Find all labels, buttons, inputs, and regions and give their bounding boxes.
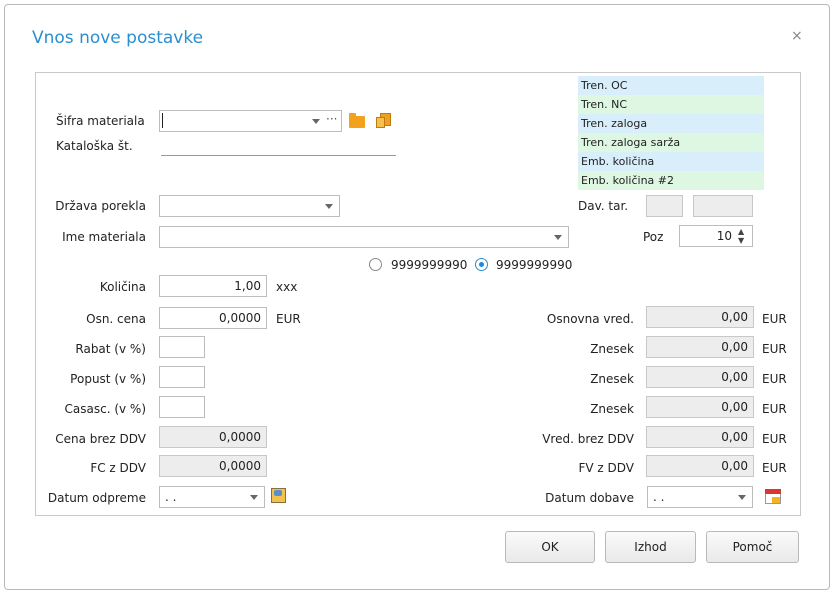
osn-cena-label: Osn. cena — [86, 312, 146, 326]
copy-icon[interactable] — [376, 113, 391, 128]
casasc-input[interactable] — [159, 396, 205, 418]
radio-option-2-label: 9999999990 — [496, 258, 573, 272]
znesek-1-unit: EUR — [762, 342, 787, 356]
dialog-title: Vnos nove postavke — [32, 28, 204, 48]
izhod-button[interactable]: Izhod — [605, 531, 696, 563]
osn-cena-input[interactable]: 0,0000 — [159, 307, 267, 329]
dav-tar-label: Dav. tar. — [578, 199, 629, 213]
osnovna-vred-unit: EUR — [762, 312, 787, 326]
ime-materiala-select[interactable] — [159, 226, 569, 248]
info-item-emb-kolicina-2: Emb. količina #2 — [578, 171, 764, 190]
picture-icon[interactable] — [271, 488, 286, 503]
osnovna-vred-field: 0,00 — [646, 306, 754, 328]
popust-label: Popust (v %) — [70, 372, 146, 386]
radio-option-1[interactable] — [369, 258, 382, 271]
stepper-down-icon[interactable]: ▼ — [738, 237, 744, 245]
rabat-label: Rabat (v %) — [75, 342, 146, 356]
chevron-down-icon[interactable] — [312, 119, 320, 124]
chevron-down-icon[interactable] — [325, 204, 333, 209]
znesek-2-field: 0,00 — [646, 366, 754, 388]
info-item-tren-zaloga-sarza: Tren. zaloga sarža — [578, 133, 764, 152]
info-item-tren-nc: Tren. NC — [578, 95, 764, 114]
datum-odpreme-label: Datum odpreme — [47, 491, 146, 505]
drzava-porekla-label: Država porekla — [55, 199, 146, 213]
text-cursor — [162, 113, 163, 128]
vred-brez-ddv-unit: EUR — [762, 432, 787, 446]
poz-label: Poz — [643, 230, 664, 244]
vred-brez-ddv-label: Vred. brez DDV — [542, 432, 634, 446]
calendar-icon[interactable] — [765, 489, 781, 504]
cena-brez-ddv-label: Cena brez DDV — [55, 432, 146, 446]
vred-brez-ddv-field: 0,00 — [646, 426, 754, 448]
ok-button[interactable]: OK — [505, 531, 595, 563]
drzava-porekla-select[interactable] — [159, 195, 340, 217]
ime-materiala-label: Ime materiala — [62, 230, 146, 244]
close-icon[interactable]: × — [791, 28, 803, 44]
znesek-1-field: 0,00 — [646, 336, 754, 358]
znesek-3-field: 0,00 — [646, 396, 754, 418]
info-item-tren-zaloga: Tren. zaloga — [578, 114, 764, 133]
cena-brez-ddv-field: 0,0000 — [159, 426, 267, 448]
chevron-down-icon[interactable] — [554, 235, 562, 240]
kolicina-unit: xxx — [276, 280, 298, 294]
fv-z-ddv-unit: EUR — [762, 461, 787, 475]
folder-icon[interactable] — [349, 113, 365, 128]
casasc-label: Casasc. (v %) — [64, 402, 147, 416]
dav-tar-field-1 — [646, 195, 683, 217]
kataloska-label: Kataloška št. — [56, 139, 133, 153]
kolicina-input[interactable]: 1,00 — [159, 275, 267, 297]
fc-z-ddv-label: FC z DDV — [90, 461, 146, 475]
rabat-input[interactable] — [159, 336, 205, 358]
radio-option-2[interactable] — [475, 258, 488, 271]
ellipsis-icon[interactable]: ··· — [326, 112, 337, 126]
chevron-down-icon[interactable] — [250, 495, 258, 500]
kolicina-label: Količina — [99, 280, 146, 294]
datum-dobave-label: Datum dobave — [545, 491, 634, 505]
fv-z-ddv-label: FV z DDV — [578, 461, 634, 475]
znesek-1-label: Znesek — [590, 342, 634, 356]
fc-z-ddv-field: 0,0000 — [159, 455, 267, 477]
dav-tar-field-2 — [693, 195, 753, 217]
chevron-down-icon[interactable] — [738, 495, 746, 500]
sifra-materiala-label: Šifra materiala — [56, 114, 145, 128]
fv-z-ddv-field: 0,00 — [646, 455, 754, 477]
pomoc-button[interactable]: Pomoč — [706, 531, 799, 563]
kataloska-value-line — [161, 155, 396, 156]
znesek-2-unit: EUR — [762, 372, 787, 386]
info-list[interactable]: Tren. OC Tren. NC Tren. zaloga Tren. zal… — [578, 76, 764, 190]
osn-cena-unit: EUR — [276, 312, 301, 326]
znesek-3-unit: EUR — [762, 402, 787, 416]
osnovna-vred-label: Osnovna vred. — [546, 312, 634, 326]
popust-input[interactable] — [159, 366, 205, 388]
info-item-tren-oc: Tren. OC — [578, 76, 764, 95]
radio-option-1-label: 9999999990 — [391, 258, 468, 272]
znesek-2-label: Znesek — [590, 372, 634, 386]
znesek-3-label: Znesek — [590, 402, 634, 416]
stepper-up-icon[interactable]: ▲ — [738, 228, 744, 236]
info-item-emb-kolicina: Emb. količina — [578, 152, 764, 171]
